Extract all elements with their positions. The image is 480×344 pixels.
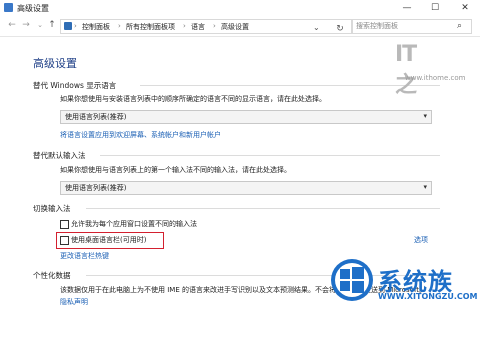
back-button[interactable]: ←	[6, 19, 18, 32]
address-bar: ← → ⌄ ↑ › 控制面板 › 所有控制面板项 › 语言 › 高级设置 ⌄ ↻…	[0, 16, 480, 37]
breadcrumb-language[interactable]: 语言	[191, 22, 205, 32]
display-language-heading: 替代 Windows 显示语言	[33, 81, 117, 90]
address-dropdown-icon[interactable]: ⌄	[313, 23, 320, 32]
breadcrumb-separator: ›	[118, 22, 121, 30]
breadcrumb-advanced-settings[interactable]: 高级设置	[221, 22, 249, 32]
privacy-statement-link[interactable]: 隐私声明	[60, 297, 88, 307]
brand-url: WWW.XITONGZU.COM	[378, 292, 478, 301]
control-panel-icon	[4, 3, 13, 12]
breadcrumb-separator: ›	[213, 22, 216, 30]
window-title: 高级设置	[17, 4, 49, 13]
page-title: 高级设置	[33, 57, 77, 70]
chevron-down-icon: ▾	[423, 183, 427, 191]
section-divider	[86, 208, 440, 209]
control-panel-path-icon	[64, 22, 72, 30]
title-bar: 高级设置 — ☐ ✕	[0, 0, 480, 16]
breadcrumb-separator: ›	[74, 22, 77, 30]
breadcrumb-control-panel[interactable]: 控制面板	[82, 22, 110, 32]
display-language-select-value: 使用语言列表(推荐)	[65, 113, 127, 121]
windows-logo-icon	[331, 259, 373, 301]
display-language-select[interactable]: 使用语言列表(推荐) ▾	[60, 110, 432, 124]
input-method-description: 如果你想使用与语言列表上的第一个输入法不同的输入法，请在此处选择。	[60, 166, 291, 174]
section-divider	[100, 155, 440, 156]
per-app-input-label: 允许我为每个应用窗口设置不同的输入法	[71, 220, 197, 228]
up-button[interactable]: ↑	[46, 19, 58, 32]
apply-language-settings-link[interactable]: 将语言设置应用到欢迎屏幕、系统帐户和新用户帐户	[60, 130, 221, 140]
ithome-logo: IT之	[395, 42, 417, 98]
forward-button[interactable]: →	[20, 19, 32, 32]
search-box[interactable]: ⌕	[352, 19, 472, 34]
highlight-box	[56, 232, 164, 249]
switch-input-heading: 切换输入法	[33, 204, 71, 213]
refresh-icon[interactable]: ↻	[333, 23, 347, 36]
personalization-heading: 个性化数据	[33, 271, 71, 280]
per-app-input-checkbox[interactable]	[60, 220, 69, 229]
recent-locations-button[interactable]: ⌄	[34, 19, 46, 32]
close-button[interactable]: ✕	[450, 0, 480, 16]
xitongzu-watermark: 系统族 WWW.XITONGZU.COM	[330, 258, 480, 308]
search-icon[interactable]: ⌕	[457, 21, 462, 31]
minimize-button[interactable]: —	[392, 0, 422, 16]
chevron-down-icon: ▾	[423, 112, 427, 120]
input-method-heading: 替代默认输入法	[33, 151, 86, 160]
input-method-select-value: 使用语言列表(推荐)	[65, 184, 127, 192]
breadcrumb-separator: ›	[183, 22, 186, 30]
options-link[interactable]: 选项	[414, 235, 428, 245]
breadcrumb[interactable]: › 控制面板 › 所有控制面板项 › 语言 › 高级设置 ⌄ ↻	[60, 19, 352, 34]
ithome-url: www.ithome.com	[405, 74, 466, 82]
breadcrumb-all-items[interactable]: 所有控制面板项	[126, 22, 175, 32]
search-input[interactable]	[356, 21, 452, 31]
change-hotkeys-link[interactable]: 更改语言栏热键	[60, 251, 109, 261]
maximize-button[interactable]: ☐	[420, 0, 450, 16]
input-method-select[interactable]: 使用语言列表(推荐) ▾	[60, 181, 432, 195]
display-language-description: 如果你想使用与安装语言列表中的顺序所确定的语言不同的显示语言，请在此处选择。	[60, 95, 326, 103]
